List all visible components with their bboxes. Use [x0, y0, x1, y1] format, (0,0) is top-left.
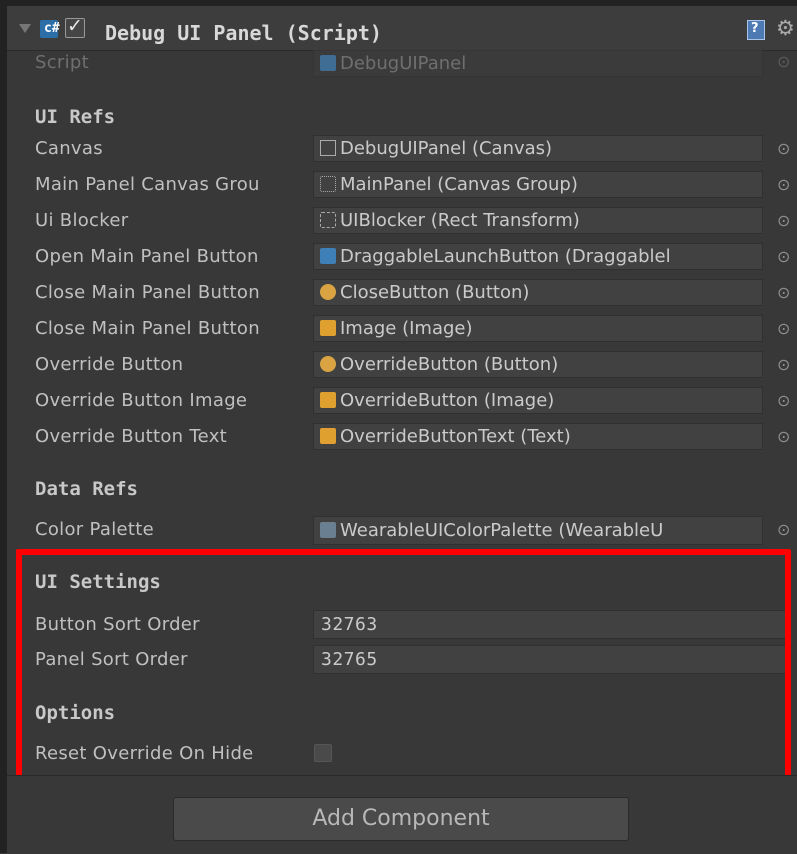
rect-transform-icon	[320, 212, 336, 228]
object-picker-icon[interactable]: ⊙	[777, 520, 790, 539]
text-icon	[320, 428, 336, 444]
script-icon	[320, 248, 336, 264]
ui-ref-label: Override Button	[35, 354, 184, 375]
ui-ref-field[interactable]: DebugUIPanel (Canvas)	[313, 135, 763, 162]
left-border	[0, 0, 7, 853]
ui-ref-field[interactable]: OverrideButton (Image)	[313, 387, 763, 414]
script-icon	[320, 55, 336, 71]
object-picker-icon[interactable]: ⊙	[777, 391, 790, 410]
ui-ref-value: UIBlocker (Rect Transform)	[340, 210, 580, 231]
ui-ref-value: CloseButton (Button)	[340, 282, 530, 303]
image-icon	[320, 320, 336, 336]
ui-ref-field[interactable]: OverrideButton (Button)	[313, 351, 763, 378]
ui-ref-field[interactable]: Image (Image)	[313, 315, 763, 342]
ui-ref-value: OverrideButtonText (Text)	[340, 426, 571, 447]
ui-ref-value: DraggableLaunchButton (Draggablel	[340, 246, 671, 267]
csharp-script-icon: c#	[40, 20, 60, 38]
ui-ref-field[interactable]: UIBlocker (Rect Transform)	[313, 207, 763, 234]
ui-ref-field[interactable]: MainPanel (Canvas Group)	[313, 171, 763, 198]
color-palette-field[interactable]: WearableUIColorPalette (WearableU	[313, 516, 763, 545]
ui-ref-value: OverrideButton (Button)	[340, 354, 559, 375]
object-picker-icon[interactable]: ⊙	[777, 139, 790, 158]
ui-ref-label: Override Button Text	[35, 426, 228, 447]
ui-ref-field[interactable]: OverrideButtonText (Text)	[313, 423, 763, 450]
gear-icon[interactable]: ⚙	[776, 16, 795, 40]
ui-ref-label: Canvas	[35, 138, 103, 159]
component-header[interactable]: c# ✓ Debug UI Panel (Script) ? ⚙	[7, 6, 797, 51]
ui-ref-value: OverrideButton (Image)	[340, 390, 555, 411]
object-picker-icon[interactable]: ⊙	[777, 319, 790, 338]
color-palette-label: Color Palette	[35, 519, 154, 540]
scriptable-object-icon	[320, 522, 336, 538]
object-picker-icon[interactable]: ⊙	[777, 355, 790, 374]
section-ui-refs: UI Refs	[35, 106, 116, 128]
component-title: Debug UI Panel (Script)	[105, 21, 382, 45]
object-picker-icon[interactable]: ⊙	[777, 427, 790, 446]
foldout-arrow-icon[interactable]	[19, 24, 31, 33]
help-icon[interactable]: ?	[747, 20, 765, 40]
ui-ref-field[interactable]: CloseButton (Button)	[313, 279, 763, 306]
section-data-refs: Data Refs	[35, 478, 138, 500]
canvas-icon	[320, 140, 336, 156]
button-icon	[320, 284, 336, 300]
object-picker-icon[interactable]: ⊙	[777, 247, 790, 266]
object-picker-icon[interactable]: ⊙	[777, 211, 790, 230]
ui-ref-value: DebugUIPanel (Canvas)	[340, 138, 553, 159]
script-field: DebugUIPanel	[313, 50, 763, 77]
highlight-box	[16, 549, 791, 786]
ui-ref-value: Image (Image)	[340, 318, 473, 339]
add-component-button[interactable]: Add Component	[173, 797, 629, 841]
canvas-group-icon	[320, 176, 336, 192]
script-label: Script	[35, 52, 90, 73]
ui-ref-label: Main Panel Canvas Grou	[35, 174, 260, 195]
ui-ref-label: Close Main Panel Button	[35, 318, 260, 339]
object-picker-icon[interactable]: ⊙	[777, 175, 790, 194]
ui-ref-label: Ui Blocker	[35, 210, 129, 231]
ui-ref-label: Open Main Panel Button	[35, 246, 259, 267]
ui-ref-label: Close Main Panel Button	[35, 282, 260, 303]
image-icon	[320, 392, 336, 408]
ui-ref-label: Override Button Image	[35, 390, 248, 411]
button-icon	[320, 356, 336, 372]
ui-ref-field[interactable]: DraggableLaunchButton (Draggablel	[313, 243, 763, 270]
inspector-panel: c# ✓ Debug UI Panel (Script) ? ⚙ Script …	[0, 0, 797, 854]
object-picker-icon: ⊙	[777, 52, 791, 71]
object-picker-icon[interactable]: ⊙	[777, 283, 790, 302]
component-enabled-checkbox[interactable]: ✓	[65, 15, 85, 38]
ui-ref-value: MainPanel (Canvas Group)	[340, 174, 578, 195]
